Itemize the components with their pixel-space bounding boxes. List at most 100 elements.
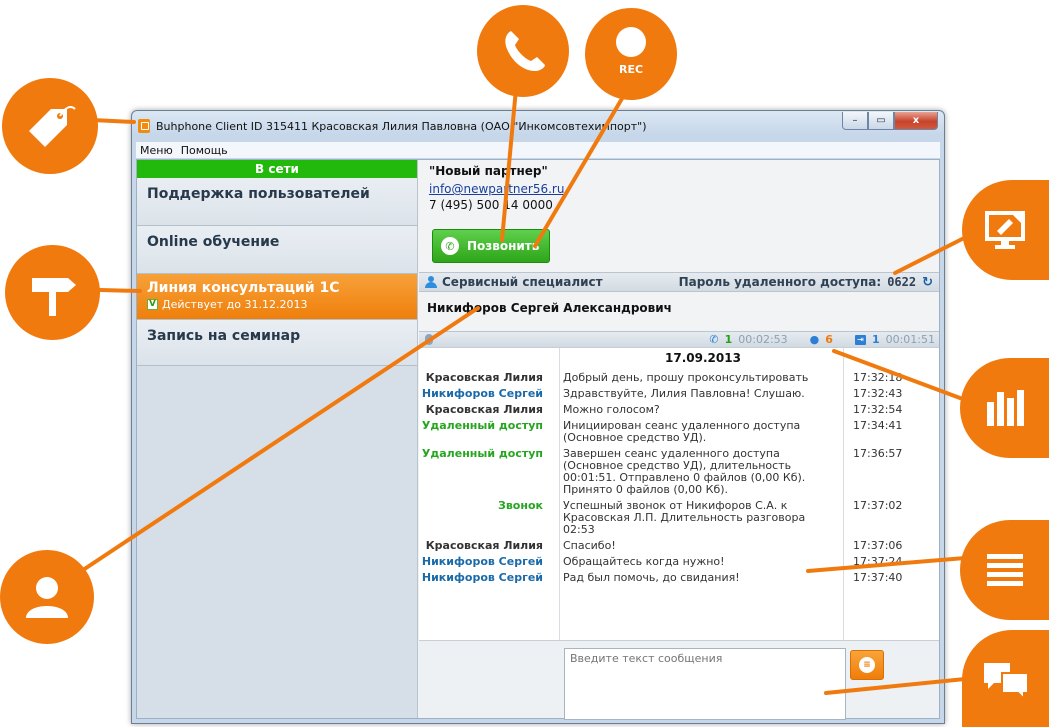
menu-item-menu[interactable]: Меню xyxy=(140,144,173,157)
chat-row: Никифоров Сергей Рад был помочь, до свида… xyxy=(419,570,939,586)
minimize-button[interactable]: – xyxy=(842,112,868,130)
chat-author: Удаленный доступ xyxy=(421,447,543,460)
nav-item-support[interactable]: Поддержка пользователей xyxy=(137,178,417,226)
send-icon: ≡ xyxy=(859,657,875,673)
microphone-icon[interactable] xyxy=(425,334,433,345)
chat-row: Красовская Лилия Можно голосом? 17:32:54 xyxy=(419,402,939,418)
chat-row: Удаленный доступ Завершен сеанс удаленног… xyxy=(419,446,939,498)
contact-name: "Новый партнер" xyxy=(429,164,548,178)
chat-rows: Красовская Лилия Добрый день, прошу проко… xyxy=(419,370,939,586)
client-area: В сети Поддержка пользователей Online об… xyxy=(136,159,940,720)
nav-item-label: Линия консультаций 1С xyxy=(147,280,340,296)
contact-email[interactable]: info@newpartner56.ru xyxy=(429,182,929,196)
chat-author: Удаленный доступ xyxy=(421,419,543,432)
call-button[interactable]: ✆ Позвонить xyxy=(432,229,550,263)
input-area: ≡ xyxy=(419,640,939,720)
chat-row: Красовская Лилия Спасибо! 17:37:06 xyxy=(419,538,939,554)
chat-author: Красовская Лилия xyxy=(425,539,543,552)
chat-message: Добрый день, прошу проконсультировать xyxy=(563,371,809,384)
app-icon xyxy=(138,119,150,133)
nav-item-consult-line[interactable]: Линия консультаций 1С V Действует до 31.… xyxy=(137,274,417,320)
chat-stat-icon: ● xyxy=(809,333,820,346)
chat-bubbles-callout-icon xyxy=(962,630,1049,727)
chat-author: Никифоров Сергей xyxy=(421,571,543,584)
contact-phone: 7 (495) 500 14 0000 xyxy=(429,198,553,212)
chat-time: 17:37:02 xyxy=(853,499,903,512)
chat-author: Никифоров Сергей xyxy=(421,555,543,568)
message-count: 6 xyxy=(825,333,833,346)
specialist-header: Сервисный специалист Пароль удаленного д… xyxy=(419,272,939,292)
chat-time: 17:32:43 xyxy=(853,387,903,400)
contact-card: "Новый партнер" info@newpartner56.ru 7 (… xyxy=(419,160,939,272)
person-callout-icon xyxy=(0,550,94,644)
send-button[interactable]: ≡ xyxy=(850,650,884,680)
online-status: В сети xyxy=(137,160,417,178)
signpost-callout-icon xyxy=(5,245,100,340)
chat-author: Красовская Лилия xyxy=(425,403,543,416)
remote-password-label: Пароль удаленного доступа: xyxy=(678,275,882,289)
chat-message: Успешный звонок от Никифоров С.А. к Крас… xyxy=(563,499,806,536)
chat-row: Никифоров Сергей Здравствуйте, Лилия Павл… xyxy=(419,386,939,402)
app-window: Buhphone Client ID 315411 Красовская Лил… xyxy=(131,110,945,724)
left-panel: В сети Поддержка пользователей Online об… xyxy=(137,160,418,718)
nav-item-seminar[interactable]: Запись на семинар xyxy=(137,320,417,366)
chat-time: 17:37:24 xyxy=(853,555,903,568)
nav-item-label: Запись на семинар xyxy=(147,328,301,344)
chat-log[interactable]: 17.09.2013 Красовская Лилия Добрый день, … xyxy=(419,347,939,640)
phone-icon: ✆ xyxy=(441,237,459,255)
chat-author: Звонок xyxy=(498,499,543,512)
right-panel: "Новый партнер" info@newpartner56.ru 7 (… xyxy=(419,160,939,720)
nav-item-label: Поддержка пользователей xyxy=(147,186,370,202)
phone-callout-icon xyxy=(477,5,569,97)
close-button[interactable]: x xyxy=(894,112,938,130)
chat-message: Здравствуйте, Лилия Павловна! Слушаю. xyxy=(563,387,805,400)
chat-message: Обращайтесь когда нужно! xyxy=(563,555,725,568)
chat-row: Звонок Успешный звонок от Никифоров С.А. … xyxy=(419,498,939,538)
nav-item-online-training[interactable]: Online обучение xyxy=(137,226,417,274)
chat-time: 17:32:18 xyxy=(853,371,903,384)
chat-author: Никифоров Сергей xyxy=(421,387,543,400)
maximize-button[interactable]: ▭ xyxy=(868,112,894,130)
menu-bar: Меню Помощь xyxy=(136,142,940,158)
chat-time: 17:37:06 xyxy=(853,539,903,552)
chat-time: 17:37:40 xyxy=(853,571,903,584)
remote-desktop-callout-icon xyxy=(962,180,1049,280)
window-controls: – ▭ x xyxy=(842,112,938,130)
validity-text: Действует до 31.12.2013 xyxy=(162,298,308,311)
rec-label: REC xyxy=(618,62,644,76)
chat-author: Красовская Лилия xyxy=(425,371,543,384)
chat-message: Рад был помочь, до свидания! xyxy=(563,571,740,584)
callout-line-tag xyxy=(90,118,136,124)
session-stats: ✆ 1 00:02:53 ● 6 ⇥ 1 00:01:51 xyxy=(709,333,935,346)
record-callout-icon: REC xyxy=(585,8,677,100)
person-icon xyxy=(425,276,437,288)
call-count: 1 xyxy=(724,333,733,346)
chat-message: Можно голосом? xyxy=(563,403,660,416)
remote-desktop-icon: ⇥ xyxy=(854,334,866,345)
message-input[interactable] xyxy=(564,648,846,720)
menu-item-help[interactable]: Помощь xyxy=(181,144,228,157)
chat-message: Спасибо! xyxy=(563,539,616,552)
chat-message: Инициирован сеанс удаленного доступа (Ос… xyxy=(563,419,801,444)
call-button-label: Позвонить xyxy=(467,239,540,253)
call-duration: 00:02:53 xyxy=(738,333,788,346)
refresh-icon[interactable]: ↻ xyxy=(922,275,933,290)
specialist-name: Никифоров Сергей Александрович xyxy=(419,293,939,331)
tag-callout-icon xyxy=(2,78,98,174)
remote-password-value: 0622 xyxy=(887,275,917,289)
chat-row: Красовская Лилия Добрый день, прошу проко… xyxy=(419,370,939,386)
remote-count: 1 xyxy=(871,333,880,346)
remote-password: Пароль удаленного доступа: 0622 ↻ xyxy=(679,275,933,290)
chat-message: Завершен сеанс удаленного доступа (Основ… xyxy=(563,447,806,496)
chat-time: 17:32:54 xyxy=(853,403,903,416)
title-bar[interactable]: Buhphone Client ID 315411 Красовская Лил… xyxy=(132,111,944,141)
chat-row: Никифоров Сергей Обращайтесь когда нужно!… xyxy=(419,554,939,570)
specialist-header-label: Сервисный специалист xyxy=(442,275,603,289)
record-dot-icon xyxy=(616,26,646,57)
remote-duration: 00:01:51 xyxy=(885,333,935,346)
stats-bar: ✆ 1 00:02:53 ● 6 ⇥ 1 00:01:51 xyxy=(419,331,939,347)
chat-time: 17:34:41 xyxy=(853,419,903,432)
list-callout-icon xyxy=(960,520,1049,620)
window-title: Buhphone Client ID 315411 Красовская Лил… xyxy=(156,120,647,133)
check-icon: V xyxy=(147,299,158,310)
